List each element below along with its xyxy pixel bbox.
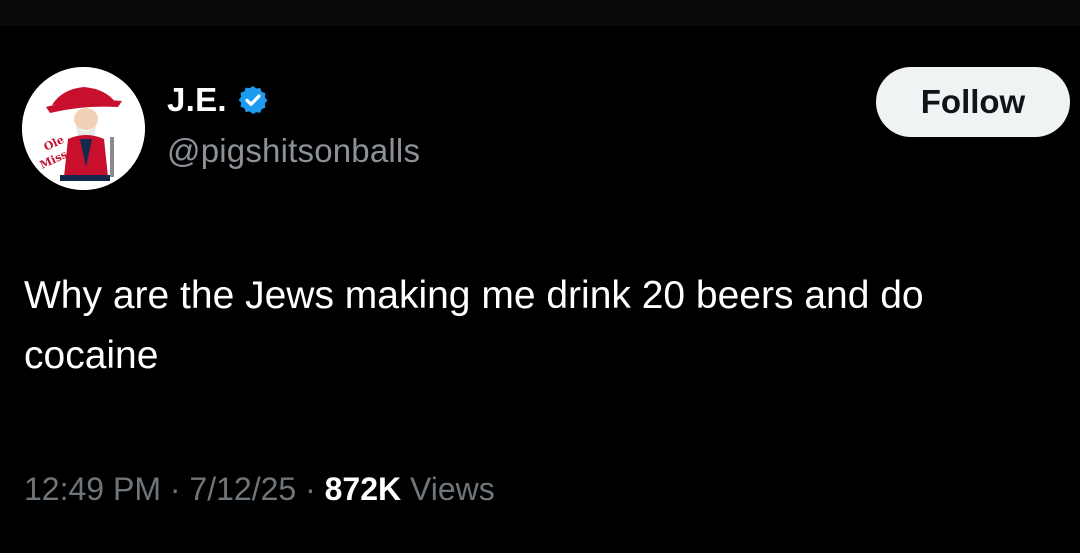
tweet-time[interactable]: 12:49 PM [24,471,161,507]
top-strip [0,0,1080,26]
display-name[interactable]: J.E. [167,81,227,119]
author-block: J.E. @pigshitsonballs [167,78,420,170]
views-label: Views [410,471,495,507]
follow-button[interactable]: Follow [876,67,1070,137]
handle[interactable]: @pigshitsonballs [167,132,420,170]
colonel-mascot-avatar-icon: Ole Miss [22,67,145,190]
tweet-meta: 12:49 PM · 7/12/25 · 872K Views [24,471,495,508]
views-count[interactable]: 872K [325,471,402,507]
meta-separator: · [169,471,181,507]
verified-badge-icon [237,84,269,116]
name-row: J.E. [167,78,420,122]
tweet-text: Why are the Jews making me drink 20 beer… [24,274,924,377]
tweet-date[interactable]: 7/12/25 [189,471,296,507]
avatar[interactable]: Ole Miss [22,67,145,190]
meta-separator: · [305,471,316,507]
